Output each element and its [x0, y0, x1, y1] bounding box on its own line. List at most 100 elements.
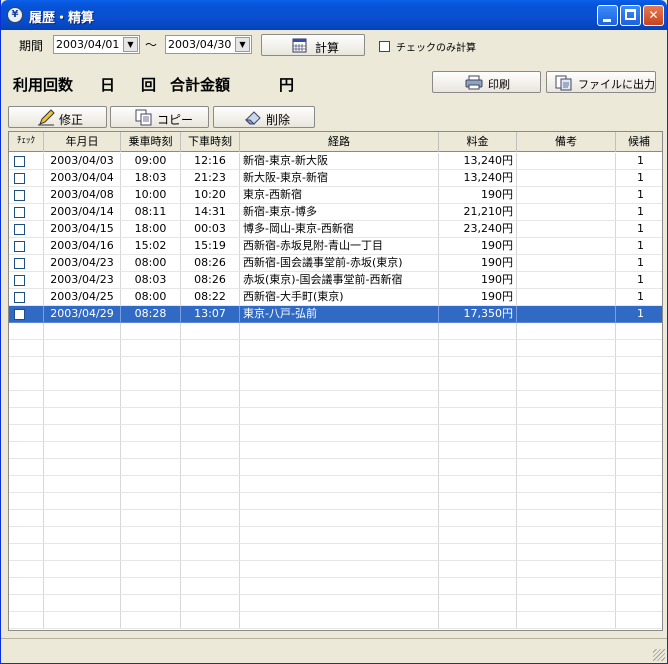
checked-only-checkbox[interactable] — [379, 41, 390, 52]
cell-fare — [439, 578, 517, 595]
table-row[interactable] — [9, 357, 662, 374]
maximize-button[interactable] — [620, 5, 641, 26]
date-to-combo[interactable]: 2003/04/30 ▼ — [165, 35, 252, 54]
table-row[interactable]: 2003/04/29 08:28 13:07 東京-八戸-弘前 17,350円 1 — [9, 306, 662, 323]
cell-check[interactable] — [9, 527, 44, 544]
grid-header: ﾁｪｯｸ 年月日 乗車時刻 下車時刻 経路 料金 備考 候補 — [9, 132, 662, 152]
cell-check[interactable] — [9, 221, 44, 238]
minimize-button[interactable] — [597, 5, 618, 26]
copy-button[interactable]: コピー — [110, 106, 209, 128]
cell-check[interactable] — [9, 425, 44, 442]
cell-route: 東京-西新宿 — [240, 187, 439, 204]
row-checkbox[interactable] — [14, 156, 25, 167]
calculate-button[interactable]: 計算 — [261, 34, 365, 56]
cell-board-time — [121, 493, 181, 510]
column-header-route[interactable]: 経路 — [240, 132, 439, 152]
cell-alight-time — [181, 340, 240, 357]
dropdown-arrow-icon[interactable]: ▼ — [235, 37, 250, 52]
cell-note — [517, 476, 616, 493]
row-checkbox[interactable] — [14, 207, 25, 218]
table-row[interactable] — [9, 391, 662, 408]
cell-check[interactable] — [9, 612, 44, 629]
table-row[interactable]: 2003/04/14 08:11 14:31 新宿-東京-博多 21,210円 1 — [9, 204, 662, 221]
cell-check[interactable] — [9, 510, 44, 527]
row-checkbox[interactable] — [14, 275, 25, 286]
column-header-fare[interactable]: 料金 — [439, 132, 517, 152]
row-checkbox[interactable] — [14, 258, 25, 269]
row-checkbox[interactable] — [14, 292, 25, 303]
cell-check[interactable] — [9, 544, 44, 561]
column-header-note[interactable]: 備考 — [517, 132, 616, 152]
row-checkbox[interactable] — [14, 241, 25, 252]
table-row[interactable] — [9, 510, 662, 527]
table-row[interactable] — [9, 612, 662, 629]
column-header-alight-time[interactable]: 下車時刻 — [181, 132, 240, 152]
table-row[interactable]: 2003/04/08 10:00 10:20 東京-西新宿 190円 1 — [9, 187, 662, 204]
cell-check[interactable] — [9, 476, 44, 493]
title-bar[interactable]: ¥ 履歴・精算 ✕ — [1, 0, 667, 30]
table-row[interactable] — [9, 340, 662, 357]
table-row[interactable] — [9, 561, 662, 578]
cell-check[interactable] — [9, 391, 44, 408]
cell-check[interactable] — [9, 272, 44, 289]
table-row[interactable] — [9, 544, 662, 561]
cell-check[interactable] — [9, 493, 44, 510]
table-row[interactable] — [9, 578, 662, 595]
table-row[interactable] — [9, 408, 662, 425]
cell-check[interactable] — [9, 374, 44, 391]
close-button[interactable]: ✕ — [643, 5, 664, 26]
cell-check[interactable] — [9, 323, 44, 340]
edit-button[interactable]: 修正 — [8, 106, 107, 128]
resize-grip-icon[interactable] — [653, 649, 665, 661]
date-from-combo[interactable]: 2003/04/01 ▼ — [53, 35, 140, 54]
cell-date — [44, 527, 121, 544]
table-row[interactable] — [9, 374, 662, 391]
table-row[interactable] — [9, 595, 662, 612]
column-header-date[interactable]: 年月日 — [44, 132, 121, 152]
cell-check[interactable] — [9, 170, 44, 187]
cell-check[interactable] — [9, 187, 44, 204]
column-header-board-time[interactable]: 乗車時刻 — [121, 132, 181, 152]
table-row[interactable] — [9, 425, 662, 442]
cell-check[interactable] — [9, 561, 44, 578]
dropdown-arrow-icon[interactable]: ▼ — [123, 37, 138, 52]
row-checkbox[interactable] — [14, 309, 25, 320]
table-row[interactable]: 2003/04/15 18:00 00:03 博多-岡山-東京-西新宿 23,240円 1 — [9, 221, 662, 238]
table-row[interactable]: 2003/04/04 18:03 21:23 新大阪-東京-新宿 13,240円 1 — [9, 170, 662, 187]
table-row[interactable] — [9, 323, 662, 340]
row-checkbox[interactable] — [14, 173, 25, 184]
cell-check[interactable] — [9, 442, 44, 459]
cell-check[interactable] — [9, 289, 44, 306]
cell-check[interactable] — [9, 306, 44, 323]
table-row[interactable]: 2003/04/03 09:00 12:16 新宿-東京-新大阪 13,240円 1 — [9, 153, 662, 170]
table-row[interactable] — [9, 476, 662, 493]
cell-check[interactable] — [9, 357, 44, 374]
row-checkbox[interactable] — [14, 190, 25, 201]
cell-check[interactable] — [9, 204, 44, 221]
column-header-check[interactable]: ﾁｪｯｸ — [9, 132, 44, 152]
table-row[interactable] — [9, 442, 662, 459]
table-row[interactable] — [9, 493, 662, 510]
table-row[interactable] — [9, 459, 662, 476]
print-button[interactable]: 印刷 — [432, 71, 541, 93]
cell-note — [517, 425, 616, 442]
cell-check[interactable] — [9, 595, 44, 612]
history-grid[interactable]: ﾁｪｯｸ 年月日 乗車時刻 下車時刻 経路 料金 備考 候補 2003/04/03 09:00 1… — [8, 131, 663, 631]
cell-fare — [439, 544, 517, 561]
table-row[interactable]: 2003/04/23 08:03 08:26 赤坂(東京)-国会議事堂前-西新宿 190… — [9, 272, 662, 289]
column-header-candidate[interactable]: 候補 — [616, 132, 662, 152]
cell-check[interactable] — [9, 255, 44, 272]
cell-check[interactable] — [9, 153, 44, 170]
table-row[interactable] — [9, 527, 662, 544]
row-checkbox[interactable] — [14, 224, 25, 235]
export-file-button[interactable]: ファイルに出力 — [546, 71, 656, 93]
cell-check[interactable] — [9, 578, 44, 595]
cell-check[interactable] — [9, 408, 44, 425]
cell-check[interactable] — [9, 459, 44, 476]
cell-check[interactable] — [9, 340, 44, 357]
table-row[interactable]: 2003/04/23 08:00 08:26 西新宿-国会議事堂前-赤坂(東京) 190… — [9, 255, 662, 272]
cell-check[interactable] — [9, 238, 44, 255]
delete-button[interactable]: 削除 — [213, 106, 315, 128]
table-row[interactable]: 2003/04/16 15:02 15:19 西新宿-赤坂見附-青山一丁目 190円 1 — [9, 238, 662, 255]
table-row[interactable]: 2003/04/25 08:00 08:22 西新宿-大手町(東京) 190円 1 — [9, 289, 662, 306]
